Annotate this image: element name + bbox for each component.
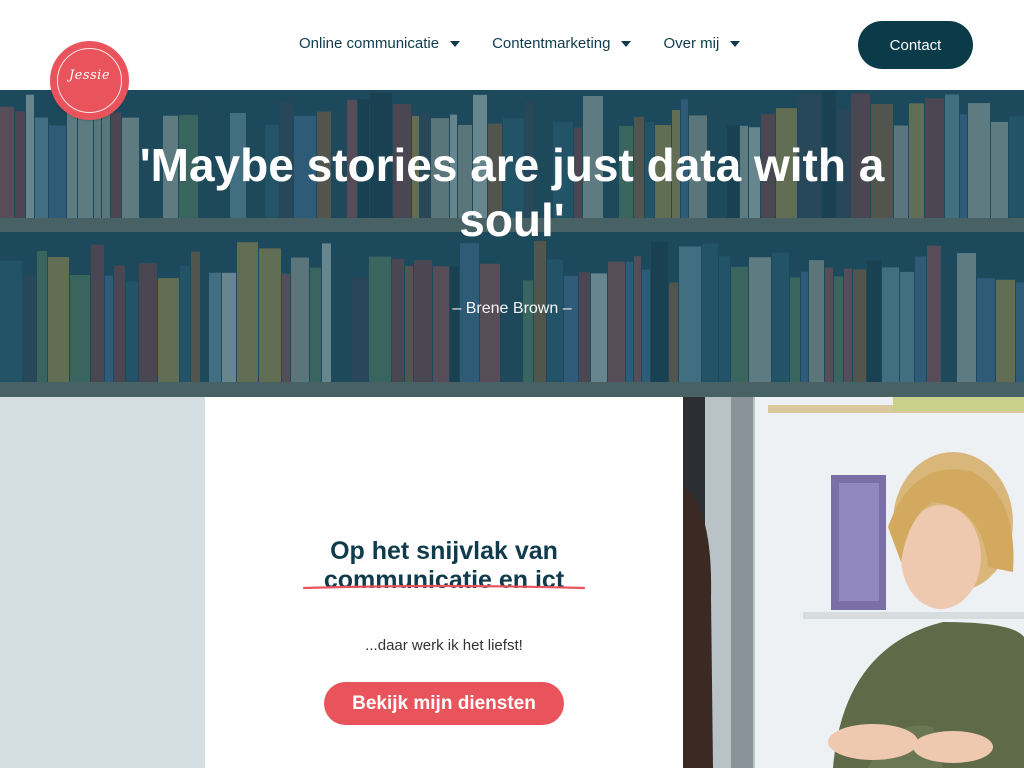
intro-subtitle: ...daar werk ik het liefst! — [365, 637, 523, 654]
caret-down-icon — [621, 41, 632, 47]
nav-item-online-communicatie[interactable]: Online communicatie — [299, 35, 461, 52]
services-button[interactable]: Bekijk mijn diensten — [324, 682, 564, 725]
caret-down-icon — [450, 41, 461, 47]
nav-item-label: Over mij — [663, 35, 720, 52]
nav-item-label: Contentmarketing — [492, 35, 611, 52]
intro-section: Op het snijvlak van communicatie en ict … — [205, 397, 683, 768]
site-header: Online communicatie Contentmarketing Ove… — [0, 0, 1024, 90]
portrait-photo — [683, 397, 1024, 768]
quote-author: – Brene Brown – — [452, 300, 572, 317]
contact-button[interactable]: Contact — [858, 21, 973, 69]
hero-banner: 'Maybe stories are just data with a soul… — [0, 90, 1024, 397]
logo-text: Jessie — [68, 68, 111, 83]
caret-down-icon — [730, 41, 741, 47]
nav-item-over-mij[interactable]: Over mij — [663, 35, 741, 52]
nav-item-contentmarketing[interactable]: Contentmarketing — [492, 35, 632, 52]
main-nav: Online communicatie Contentmarketing Ove… — [299, 35, 741, 52]
headline-underline — [302, 584, 586, 590]
portrait-image — [683, 397, 1024, 768]
logo[interactable]: Jessie — [50, 41, 129, 120]
headline-line-1: Op het snijvlak van — [330, 537, 558, 565]
nav-item-label: Online communicatie — [299, 35, 440, 52]
side-band — [0, 397, 205, 768]
hero-quote: 'Maybe stories are just data with a soul… — [139, 139, 885, 246]
